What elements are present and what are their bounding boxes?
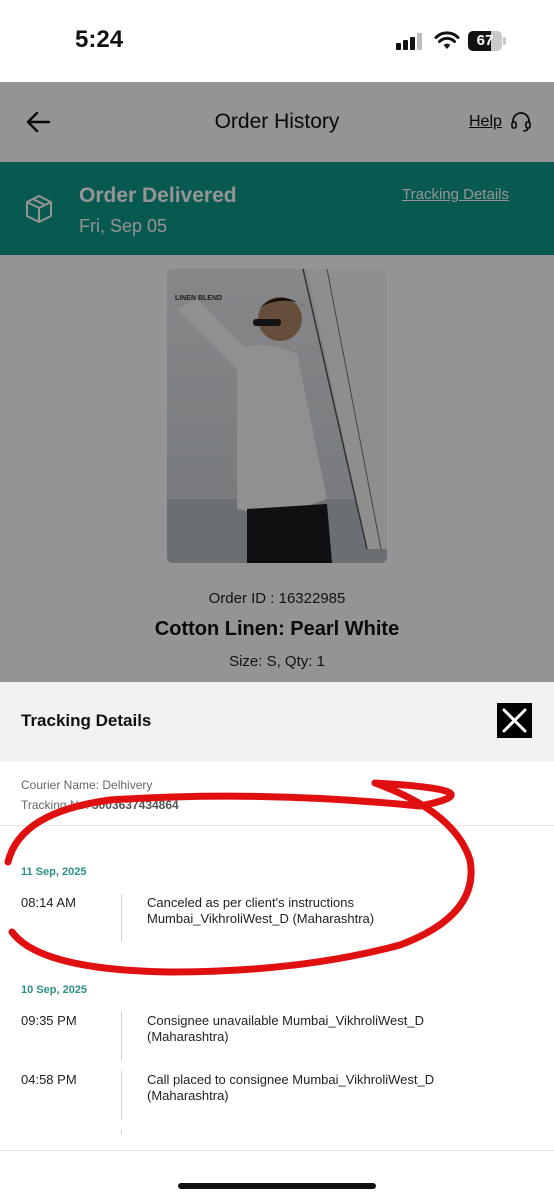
sheet-header: Tracking Details [0,682,554,762]
tracking-details-sheet: Tracking Details Courier Name: Delhivery… [0,682,554,1200]
home-indicator[interactable] [178,1183,376,1189]
battery-percent: 67 [476,32,494,49]
tracking-number-value: 5003637434864 [91,798,179,812]
courier-name: Courier Name: Delhivery [21,778,153,792]
sheet-title: Tracking Details [21,711,152,730]
event-description: Call placed to consignee Mumbai_Vikhroli… [147,1072,435,1103]
event-time: 04:58 PM [21,1072,77,1087]
day-label: 11 Sep, 2025 [21,866,87,878]
close-button[interactable] [497,703,532,738]
modal-backdrop[interactable] [0,82,554,682]
status-time: 5:24 [75,26,124,53]
event-description: Consignee unavailable Mumbai_VikhroliWes… [147,1013,425,1044]
wifi-icon [434,31,460,49]
status-bar: 5:24 67 [0,0,554,82]
timeline-line [121,894,122,942]
event-time: 08:14 AM [21,895,76,910]
event-description: Canceled as per client's instructions Mu… [147,895,375,926]
tracking-number: Tracking No: 5003637434864 [21,798,179,812]
divider [0,1150,554,1151]
cellular-signal-icon [396,32,426,50]
event-time: 09:35 PM [21,1013,77,1028]
tracking-number-label: Tracking No: [21,798,89,812]
timeline-line [121,1130,122,1134]
timeline-line [121,1071,122,1119]
divider [0,825,554,826]
timeline-line [121,1012,122,1060]
day-label: 10 Sep, 2025 [21,984,88,996]
battery-icon: 67 [468,31,506,51]
